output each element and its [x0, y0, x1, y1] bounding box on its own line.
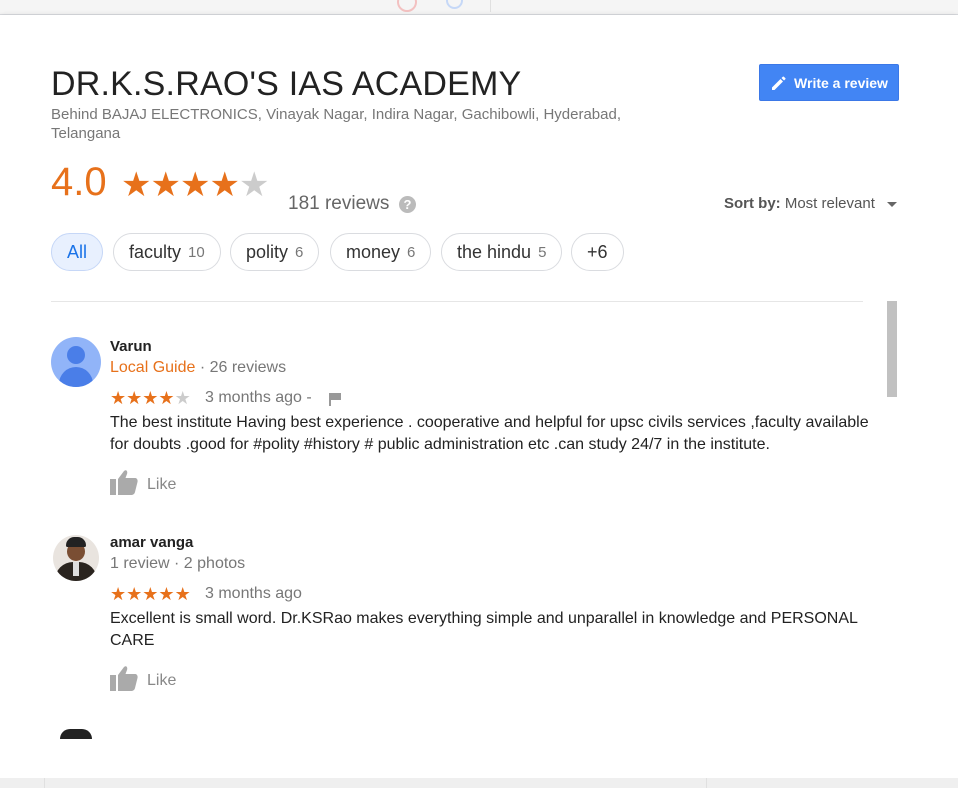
- thumbs-up-icon[interactable]: [110, 469, 138, 495]
- filter-chip-count: 5: [538, 243, 547, 261]
- avatar-shirt: [73, 562, 79, 576]
- flag-icon[interactable]: [328, 392, 342, 406]
- star-icon: ★: [174, 584, 191, 604]
- star-icon: ★: [126, 388, 143, 408]
- reviewer-meta: 1 review · 2 photos: [110, 555, 246, 572]
- review-stars: ★★★★★: [110, 584, 191, 604]
- star-empty-icon: ★: [238, 166, 270, 204]
- review-text: The best institute Having best experienc…: [110, 414, 869, 453]
- scrollbar-thumb[interactable]: [887, 301, 897, 397]
- review-time: 3 months ago -: [205, 389, 312, 407]
- star-icon: ★: [126, 584, 143, 604]
- help-icon[interactable]: ?: [399, 196, 416, 213]
- star-empty-icon: ★: [174, 388, 191, 408]
- avatar[interactable]: [60, 729, 92, 739]
- star-icon: ★: [110, 388, 127, 408]
- write-review-label: Write a review: [794, 74, 888, 91]
- filter-chip-faculty[interactable]: faculty 10: [113, 233, 221, 271]
- filter-chip-count: 6: [295, 243, 304, 261]
- filter-chip-label: All: [67, 241, 88, 262]
- page-bottom-strip: [0, 778, 958, 788]
- average-rating-stars: ★★★★★: [121, 165, 270, 205]
- sort-dropdown[interactable]: Sort by: Most relevant: [724, 195, 898, 212]
- filter-chip-more[interactable]: +6: [571, 233, 624, 271]
- like-label[interactable]: Like: [147, 672, 176, 690]
- faded-divider: [44, 778, 45, 788]
- sort-label: Sort by:: [724, 195, 781, 212]
- filter-chip-money[interactable]: money 6: [330, 233, 432, 271]
- star-icon: ★: [158, 584, 175, 604]
- reviewer-name[interactable]: Varun: [110, 338, 152, 355]
- filter-chip-count: 6: [407, 243, 416, 261]
- review-stars: ★★★★★: [110, 388, 191, 408]
- pencil-icon: [772, 75, 786, 90]
- reviewer-name[interactable]: amar vanga: [110, 534, 193, 551]
- reviewer-meta: Local Guide · 26 reviews: [110, 359, 286, 377]
- avatar[interactable]: [51, 337, 101, 387]
- filter-chip-the-hindu[interactable]: the hindu 5: [441, 233, 563, 271]
- divider: [51, 301, 863, 302]
- filter-chip-label: the hindu: [457, 241, 532, 262]
- thumbs-up-icon[interactable]: [110, 665, 138, 691]
- review-time-separator: -: [301, 389, 312, 406]
- reviews-dialog: DR.K.S.RAO'S IAS ACADEMY Behind BAJAJ EL…: [0, 15, 958, 778]
- star-icon: ★: [142, 584, 159, 604]
- review-time: 3 months ago: [205, 585, 302, 602]
- star-icon: ★: [110, 584, 127, 604]
- filter-chip-polity[interactable]: polity 6: [230, 233, 320, 271]
- star-icon: ★: [150, 166, 181, 204]
- filter-chip-label: polity: [246, 241, 289, 262]
- browser-top-strip: [0, 0, 958, 15]
- avatar-head: [67, 346, 85, 364]
- faded-search-icon: [446, 0, 463, 9]
- faded-divider: [706, 778, 707, 788]
- avatar-body: [59, 367, 93, 387]
- star-icon: ★: [158, 388, 175, 408]
- faded-divider: [490, 0, 491, 12]
- filter-chip-label: faculty: [129, 241, 182, 262]
- avatar[interactable]: [53, 535, 99, 581]
- place-address: Behind BAJAJ ELECTRONICS, Vinayak Nagar,…: [51, 106, 621, 142]
- reviewer-review-count: · 26 reviews: [195, 359, 287, 376]
- chevron-down-icon: [887, 201, 898, 207]
- place-title: DR.K.S.RAO'S IAS ACADEMY: [51, 65, 522, 103]
- star-icon: ★: [142, 388, 159, 408]
- review-text: Excellent is small word. Dr.KSRao makes …: [110, 610, 858, 649]
- write-review-button[interactable]: Write a review: [759, 64, 899, 101]
- star-icon: ★: [209, 166, 240, 204]
- filter-chip-label: money: [346, 241, 401, 262]
- review-count: 181 reviews: [288, 193, 390, 214]
- sort-value: Most relevant: [784, 195, 875, 212]
- star-icon: ★: [179, 166, 211, 204]
- local-guide-badge: Local Guide: [110, 359, 196, 376]
- avatar-hair: [66, 537, 86, 547]
- like-label[interactable]: Like: [147, 476, 176, 494]
- star-icon: ★: [121, 166, 152, 204]
- filter-chip-label: +6: [587, 241, 608, 262]
- filter-chip-all[interactable]: All: [51, 233, 104, 271]
- average-rating: 4.0: [51, 160, 107, 204]
- filter-chip-count: 10: [188, 243, 205, 261]
- faded-location-icon: [397, 0, 417, 12]
- review-time-text: 3 months ago: [205, 389, 302, 406]
